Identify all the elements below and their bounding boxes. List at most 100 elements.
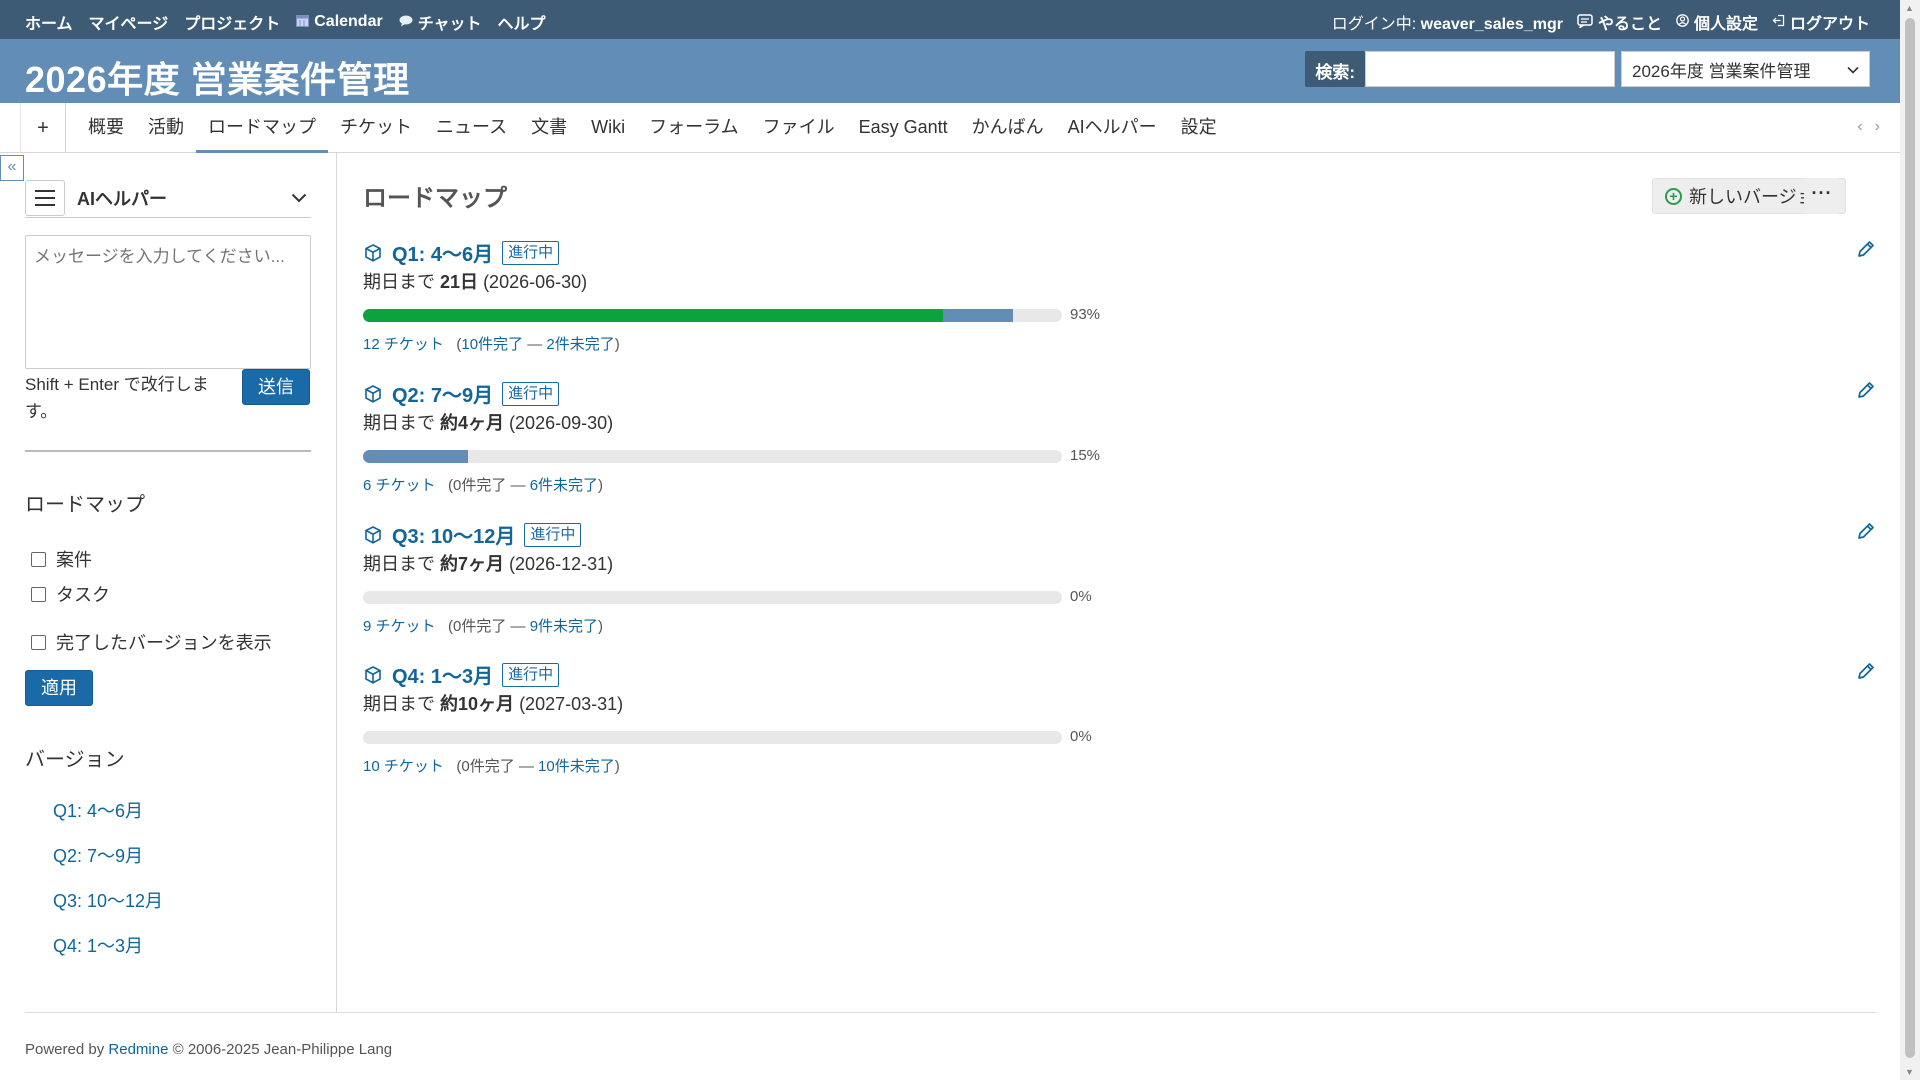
status-badge: 進行中 [502,240,560,265]
filter-tracker-task-checkbox[interactable] [31,586,46,602]
tab-wiki[interactable]: Wiki [579,103,637,153]
package-icon [365,243,381,262]
top-menu-home-link[interactable]: ホーム [25,10,73,34]
tab-activity[interactable]: 活動 [136,103,196,153]
tab-forums[interactable]: フォーラム [637,103,750,153]
open-tickets-link[interactable]: 2件未完了 [546,336,614,353]
more-actions-button[interactable]: ··· [1804,178,1840,214]
progress-percent: 15% [1070,447,1101,464]
due-prefix: 期日まで [363,694,435,714]
open-tickets-link[interactable]: 10件未完了 [538,758,615,775]
project-jump-select[interactable]: 2026年度 営業案件管理 [1621,51,1870,87]
ai-send-button[interactable]: 送信 [242,369,310,405]
scroll-up-icon[interactable]: ▲ [1905,3,1914,13]
show-completed-versions[interactable]: 完了したバージョンを表示 [31,629,272,655]
todo-icon [1577,13,1593,31]
edit-pencil-icon[interactable] [1855,238,1877,260]
search-input[interactable] [1365,51,1615,87]
logout-link[interactable]: ログアウト [1772,10,1870,34]
footer-copyright: © 2006-2025 Jean-Philippe Lang [172,1041,393,1058]
ai-helper-title: AIヘルパー [77,188,167,209]
filter-tracker-case-checkbox[interactable] [31,551,46,567]
logout-icon [1772,14,1785,30]
todo-label: やること [1597,16,1662,33]
version-name-link[interactable]: Q4: 1〜3月 [392,660,493,689]
ai-helper-header: AIヘルパー [25,178,311,218]
tab-files[interactable]: ファイル [751,103,847,153]
open-tickets-link[interactable]: 6件未完了 [530,477,598,494]
version-ticket-summary: 12 チケット (10件完了 — 2件未完了) [363,336,620,353]
top-menu-chat-link[interactable]: チャット [399,10,482,34]
new-object-button[interactable]: + [20,103,66,153]
my-account-link[interactable]: 個人設定 [1676,10,1758,34]
closed-tickets-text: 0件完了 [453,477,507,494]
tickets-link[interactable]: 9 チケット [363,618,436,635]
tab-ai-helper[interactable]: AIヘルパー [1056,103,1169,153]
project-header: 2026年度 営業案件管理 検索: 2026年度 営業案件管理 [0,39,1900,103]
project-title: 2026年度 営業案件管理 [25,59,410,100]
my-account-label: 個人設定 [1693,16,1758,33]
edit-pencil-icon[interactable] [1855,379,1877,401]
main-menu: + 概要 活動 ロードマップ チケット ニュース 文書 Wiki フォーラム フ… [0,103,1900,153]
due-prefix: 期日まで [363,272,435,292]
tab-documents[interactable]: 文書 [519,103,579,153]
sidebar-version-q1[interactable]: Q1: 4〜6月 [53,797,143,823]
sidebar-collapse-icon[interactable]: « [0,155,24,181]
edit-pencil-icon[interactable] [1855,660,1877,682]
version-block: Q1: 4〜6月 進行中 期日まで 21日 (2026-06-30) 93% 1… [363,238,1893,368]
ai-message-input[interactable] [25,235,311,369]
due-prefix: 期日まで [363,413,435,433]
tickets-link[interactable]: 6 チケット [363,477,436,494]
login-status: ログイン中: weaver_sales_mgr [1332,10,1563,34]
show-completed-checkbox[interactable] [31,634,46,650]
todo-link[interactable]: やること [1577,10,1662,34]
scrollbar-thumb[interactable] [1905,18,1915,1058]
sidebar-version-q4[interactable]: Q4: 1〜3月 [53,932,143,958]
edit-pencil-icon[interactable] [1855,520,1877,542]
top-menu-calendar-link[interactable]: Calendar [296,10,383,34]
tickets-link[interactable]: 12 チケット [363,336,444,353]
tab-overview[interactable]: 概要 [76,103,136,153]
tab-scroll-left-icon[interactable]: ‹ [1857,118,1862,136]
sidebar-version-q2[interactable]: Q2: 7〜9月 [53,842,143,868]
vertical-scrollbar[interactable]: ▲ ▼ [1900,0,1920,1080]
top-menu-help-link[interactable]: ヘルプ [498,10,546,34]
apply-button[interactable]: 適用 [25,670,93,706]
tab-issues[interactable]: チケット [328,103,424,153]
sidebar-divider [25,450,311,452]
progress-percent: 0% [1070,728,1092,745]
tab-roadmap[interactable]: ロードマップ [196,103,328,153]
calendar-link-label: Calendar [314,13,383,30]
top-menu-projects-link[interactable]: プロジェクト [184,10,280,34]
tab-scroll-right-icon[interactable]: › [1875,118,1880,136]
version-title: Q1: 4〜6月 進行中 [363,238,560,267]
tab-easy-gantt[interactable]: Easy Gantt [847,103,960,153]
top-menu-my-page-link[interactable]: マイページ [89,10,169,34]
progress-bar [363,591,1062,604]
hamburger-menu-icon[interactable] [25,179,65,216]
top-menu: ホーム マイページ プロジェクト Calendar チャット ヘルプ ログイン中… [0,0,1900,39]
open-tickets-link[interactable]: 9件未完了 [530,618,598,635]
scroll-down-icon[interactable]: ▼ [1905,1067,1914,1077]
progress-closed[interactable] [363,309,944,322]
tab-settings[interactable]: 設定 [1169,103,1229,153]
filter-tracker-task-label: タスク [56,585,110,605]
tab-news[interactable]: ニュース [424,103,519,153]
filter-tracker-task[interactable]: タスク [31,581,110,607]
version-name-link[interactable]: Q3: 10〜12月 [392,520,515,549]
login-user-link[interactable]: weaver_sales_mgr [1421,16,1563,33]
tab-scroll-buttons: ‹ › [1857,118,1880,136]
version-title: Q2: 7〜9月 進行中 [363,379,560,408]
version-due: 期日まで 約10ヶ月 (2027-03-31) [363,690,623,716]
filter-tracker-case[interactable]: 案件 [31,546,92,572]
status-badge: 進行中 [502,381,560,406]
tickets-link[interactable]: 10 チケット [363,758,444,775]
redmine-link[interactable]: Redmine [108,1041,168,1058]
version-name-link[interactable]: Q2: 7〜9月 [392,379,493,408]
ai-helper-collapse-icon[interactable] [291,187,307,208]
tab-kanban[interactable]: かんばん [960,103,1056,153]
version-name-link[interactable]: Q1: 4〜6月 [392,238,493,267]
ticket-separator: — [527,336,543,353]
sidebar-version-q3[interactable]: Q3: 10〜12月 [53,887,163,913]
closed-tickets-link[interactable]: 10件完了 [461,336,523,353]
